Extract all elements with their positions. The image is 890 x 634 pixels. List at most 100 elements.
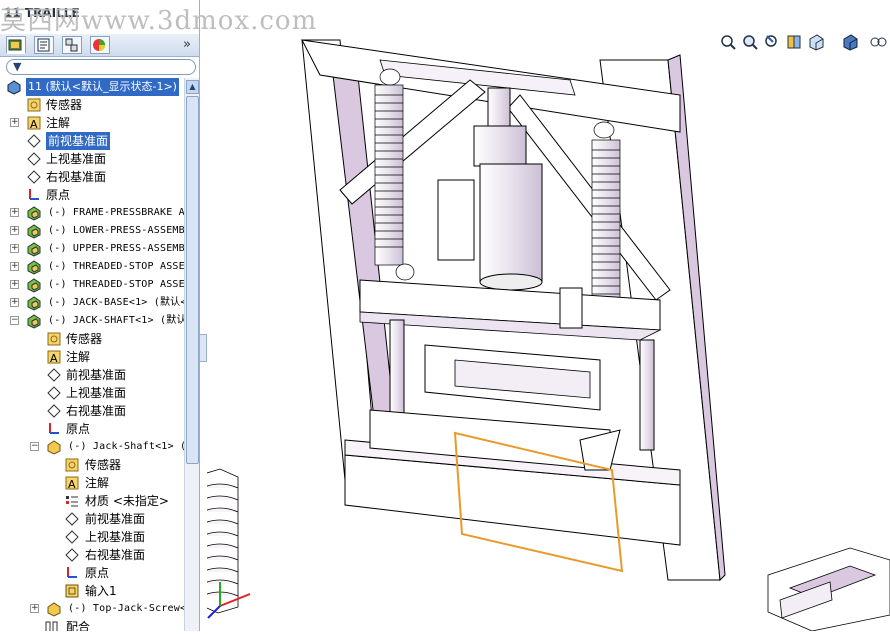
tree-item-right-plane[interactable]: 右视基准面 [0,168,184,186]
tree-part-top-jack-screw[interactable]: + (-) Top-Jack-Screw<1> [0,600,184,618]
tree-item-label: 上视基准面 [85,530,146,544]
tree-item-label: 输入1 [85,584,117,598]
tree-item-sensor[interactable]: 传感器 [0,456,184,474]
tree-item-mates[interactable]: 配合 [0,618,184,631]
tree-component[interactable]: + (-) THREADED-STOP ASSEMBLY [0,276,184,294]
tree-item-front-plane[interactable]: 前视基准面 [0,510,184,528]
imported-body-icon [64,583,80,599]
display-manager-icon [93,39,105,51]
featuremanager-tab[interactable] [6,36,26,54]
section-view-icon[interactable] [785,32,803,52]
tree-item-annotations[interactable]: A 注解 [0,348,184,366]
tabs-more-button[interactable]: » [183,37,191,52]
annotation-icon: A [26,115,42,131]
assembly-icon [6,79,22,95]
tree-item-sensor[interactable]: 传感器 [0,96,184,114]
panel-splitter[interactable] [199,334,207,362]
tree-part-jack-shaft[interactable]: − (-) Jack-Shaft<1> (默认 [0,438,184,456]
tree-item-label: 注解 [85,476,110,490]
hide-show-items-icon[interactable] [869,32,887,52]
display-style-icon[interactable] [841,32,859,52]
plane-icon [64,547,80,563]
assembly-icon [26,295,42,311]
tree-item-label: 传感器 [66,332,103,346]
propertymanager-tab[interactable] [34,36,54,54]
tree-item-label: 前视基准面 [66,368,127,382]
zoom-to-fit-icon[interactable] [719,32,737,52]
tree-item-label: 原点 [66,422,91,436]
tree-item-front-plane[interactable]: 前视基准面 [0,132,184,150]
tree-item-origin[interactable]: 原点 [0,564,184,582]
tree-root-label: 11 (默认<默认_显示状态-1>) [26,78,179,96]
plane-icon [64,529,80,545]
expand-icon[interactable]: + [10,208,19,217]
tree-component[interactable]: + (-) THREADED-STOP ASSEMBLY [0,258,184,276]
zoom-to-area-icon[interactable] [741,32,759,52]
tree-item-origin[interactable]: 原点 [0,186,184,204]
graphics-area[interactable] [199,0,890,632]
watermark: 莫西网www.3dmox.com [0,6,318,36]
tree-component[interactable]: + (-) FRAME-PRESSBRAKE ASSEMBLY [0,204,184,222]
collapse-icon[interactable]: − [10,316,19,325]
tree-item-origin[interactable]: 原点 [0,420,184,438]
expand-icon[interactable]: + [30,604,39,613]
tree-component[interactable]: + (-) UPPER-PRESS-ASSEMBLY [0,240,184,258]
previous-view-icon[interactable] [763,32,781,52]
tree-item-top-plane[interactable]: 上视基准面 [0,150,184,168]
scroll-thumb[interactable] [186,96,199,464]
svg-text:A: A [30,118,38,131]
expand-icon[interactable]: + [10,262,19,271]
jack-base [767,547,890,632]
tree-item-label: 右视基准面 [46,170,107,184]
guide-rod-right [639,339,655,451]
expand-icon[interactable]: + [10,118,19,127]
tree-component[interactable]: + (-) JACK-BASE<1> (默认< [0,294,184,312]
tree-item-top-plane[interactable]: 上视基准面 [0,384,184,402]
origin-icon [46,421,62,437]
expand-icon[interactable]: + [10,244,19,253]
tree-item-front-plane[interactable]: 前视基准面 [0,366,184,384]
tree-component[interactable]: + (-) LOWER-PRESS-ASSEMBLY [0,222,184,240]
tree-item-right-plane[interactable]: 右视基准面 [0,402,184,420]
expand-icon[interactable]: + [10,280,19,289]
tree-item-sensor[interactable]: 传感器 [0,330,184,348]
origin-icon [64,565,80,581]
tree-item-label: 上视基准面 [46,152,107,166]
tree-scrollbar[interactable]: ▲ [184,78,199,631]
tree-item-label: 传感器 [85,458,122,472]
filter-input[interactable]: ▼ [6,59,196,75]
tree-item-label: 前视基准面 [46,132,111,150]
expand-icon[interactable]: + [10,226,19,235]
part-icon [46,601,62,617]
featuremanager-tree-icon [8,39,22,51]
tree-item-label: 右视基准面 [85,548,146,562]
tree-item-label: 上视基准面 [66,386,127,400]
tree-item-top-plane[interactable]: 上视基准面 [0,528,184,546]
threaded-stop [559,287,583,329]
tree-item-annotations[interactable]: + A 注解 [0,114,184,132]
tree-item-right-plane[interactable]: 右视基准面 [0,546,184,564]
tree-item-annotations[interactable]: A 注解 [0,474,184,492]
tree-item-label: 原点 [46,188,71,202]
press-brake-model[interactable] [199,0,890,632]
assembly-icon [26,313,42,329]
configurationmanager-tab[interactable] [62,36,82,54]
scroll-up-button[interactable]: ▲ [186,80,199,94]
feature-manager-panel: » ▼ 11 (默认<默认_显示状态-1>) 传感器 + A 注解 前视基准面 … [0,0,200,631]
display-manager-tab[interactable] [90,36,110,54]
tree-item-import[interactable]: 输入1 [0,582,184,600]
tree-item-label: 注解 [66,350,91,364]
tree-component[interactable]: − (-) JACK-SHAFT<1> (默认< [0,312,184,330]
tree-item-material[interactable]: 材质 <未指定> [0,492,184,510]
sensor-icon [64,457,80,473]
plane-icon [26,133,42,149]
plane-icon [46,385,62,401]
tree-root[interactable]: 11 (默认<默认_显示状态-1>) [0,78,184,96]
assembly-icon [26,241,42,257]
left-spring [374,68,415,281]
collapse-icon[interactable]: − [30,442,39,451]
tree-component-label: (-) THREADED-STOP ASSEMBLY [48,261,184,272]
view-orientation-icon[interactable] [807,32,825,52]
plane-icon [46,367,62,383]
expand-icon[interactable]: + [10,298,19,307]
